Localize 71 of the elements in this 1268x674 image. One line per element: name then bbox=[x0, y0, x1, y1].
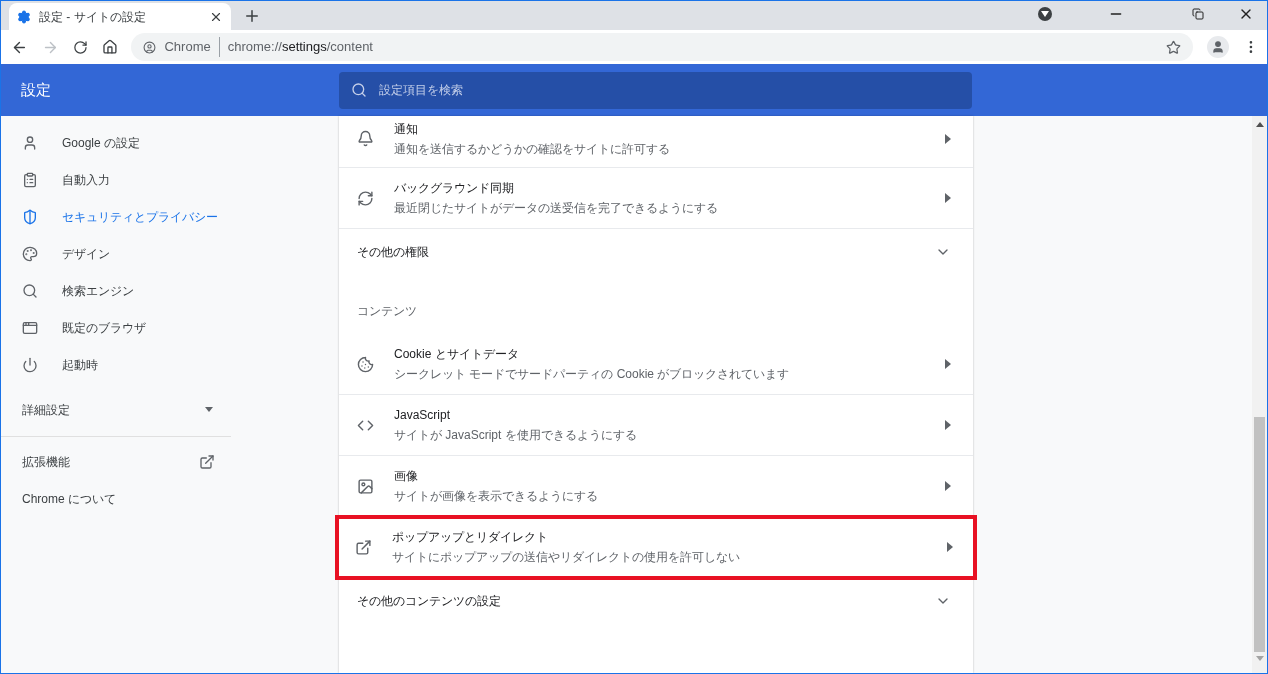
address-bar[interactable]: Chrome chrome://settings/content bbox=[131, 33, 1194, 61]
caret-right-icon bbox=[945, 359, 951, 369]
settings-row[interactable]: JavaScript サイトが JavaScript を使用できるようにする bbox=[339, 395, 973, 456]
tab-title: 設定 - サイトの設定 bbox=[39, 8, 147, 26]
cookie-icon bbox=[357, 355, 374, 373]
sidebar-item[interactable]: 自動入力 bbox=[1, 161, 231, 198]
row-title: JavaScript bbox=[394, 407, 452, 424]
caret-right-icon bbox=[945, 133, 951, 144]
shield-icon bbox=[22, 208, 38, 225]
search-icon bbox=[351, 82, 367, 98]
sidebar-item[interactable]: 起動時 bbox=[1, 346, 231, 383]
settings-row[interactable]: ポップアップとリダイレクト サイトにポップアップの送信やリダイレクトの使用を許可しない bbox=[337, 517, 975, 578]
browser-tab[interactable]: 設定 - サイトの設定 bbox=[9, 3, 231, 30]
caret-right-icon bbox=[945, 481, 951, 491]
row-subtitle: サイトが JavaScript を使用できるようにする bbox=[394, 427, 638, 444]
row-title: バックグラウンド同期 bbox=[394, 180, 515, 197]
sync-icon bbox=[357, 189, 374, 207]
url-text: chrome://settings/content bbox=[227, 38, 373, 57]
restore-icon[interactable] bbox=[1192, 7, 1204, 20]
settings-row[interactable]: Cookie とサイトデータ シークレット モードでサードパーティの Cookie がブロックされています bbox=[339, 334, 973, 395]
sidebar-item[interactable]: Google の設定 bbox=[1, 124, 231, 161]
new-tab-icon[interactable] bbox=[243, 7, 261, 25]
row-subtitle: サイトにポップアップの送信やリダイレクトの使用を許可しない bbox=[392, 549, 741, 566]
search-icon bbox=[22, 282, 38, 299]
palette-icon bbox=[22, 245, 38, 262]
row-subtitle: サイトが画像を表示できるようにする bbox=[394, 488, 599, 505]
external-link-icon bbox=[355, 538, 372, 556]
external-link-icon bbox=[199, 453, 215, 470]
reload-icon[interactable] bbox=[72, 39, 88, 55]
caret-right-icon bbox=[947, 542, 953, 552]
row-title: 画像 bbox=[394, 468, 419, 485]
settings-row[interactable]: 画像 サイトが画像を表示できるようにする bbox=[339, 456, 973, 517]
sidebar-item[interactable]: 検索エンジン bbox=[1, 272, 231, 309]
browser-window-icon bbox=[22, 319, 38, 336]
bookmark-star-icon[interactable] bbox=[1166, 39, 1182, 55]
row-title: ポップアップとリダイレクト bbox=[392, 529, 549, 546]
row-title: 通知 bbox=[394, 120, 419, 138]
settings-row[interactable]: バックグラウンド同期 最近閉じたサイトがデータの送受信を完了できるようにする bbox=[339, 168, 973, 229]
profile-icon[interactable] bbox=[1207, 36, 1230, 58]
row-subtitle: 通知を送信するかどうかの確認をサイトに許可する bbox=[394, 140, 671, 158]
image-icon bbox=[357, 477, 374, 495]
scrollbar[interactable] bbox=[1252, 116, 1267, 673]
scroll-thumb[interactable] bbox=[1254, 417, 1265, 652]
sidebar-item[interactable]: デザイン bbox=[1, 235, 231, 272]
caret-right-icon bbox=[945, 420, 951, 430]
header-title: 設定 bbox=[20, 79, 52, 100]
sidebar-item[interactable]: セキュリティとプライバシー bbox=[1, 198, 231, 235]
row-subtitle: 最近閉じたサイトがデータの送受信を完了できるようにする bbox=[394, 200, 719, 217]
search-input[interactable]: 設定項目を検索 bbox=[379, 81, 960, 99]
dropdown-caret-icon bbox=[205, 407, 213, 412]
person-icon bbox=[22, 134, 38, 151]
row-title: Cookie とサイトデータ bbox=[394, 346, 520, 363]
gear-icon bbox=[17, 9, 31, 24]
sidebar-link[interactable]: Chrome について bbox=[1, 480, 231, 517]
search-field[interactable]: 設定項目を検索 bbox=[339, 71, 972, 109]
sidebar-link[interactable]: 拡張機能 bbox=[1, 443, 231, 480]
power-icon bbox=[22, 356, 38, 373]
home-icon[interactable] bbox=[101, 39, 118, 55]
bell-icon bbox=[357, 130, 374, 147]
tab-search-icon[interactable] bbox=[1038, 6, 1052, 21]
advanced-toggle[interactable]: 詳細設定 bbox=[1, 391, 231, 428]
row-subtitle: シークレット モードでサードパーティの Cookie がブロックされています bbox=[394, 366, 791, 383]
settings-row[interactable]: 通知 通知を送信するかどうかの確認をサイトに許可する bbox=[339, 116, 973, 168]
expander-row[interactable]: その他の権限 bbox=[339, 229, 973, 274]
clipboard-icon bbox=[22, 171, 38, 188]
caret-right-icon bbox=[945, 193, 951, 203]
sidebar-item[interactable]: 既定のブラウザ bbox=[1, 309, 231, 346]
scroll-up-arrow-icon[interactable] bbox=[1255, 122, 1264, 127]
origin-label: Chrome bbox=[164, 37, 220, 57]
expander-row[interactable]: その他のコンテンツの設定 bbox=[339, 578, 973, 623]
section-heading: コンテンツ bbox=[357, 303, 417, 320]
